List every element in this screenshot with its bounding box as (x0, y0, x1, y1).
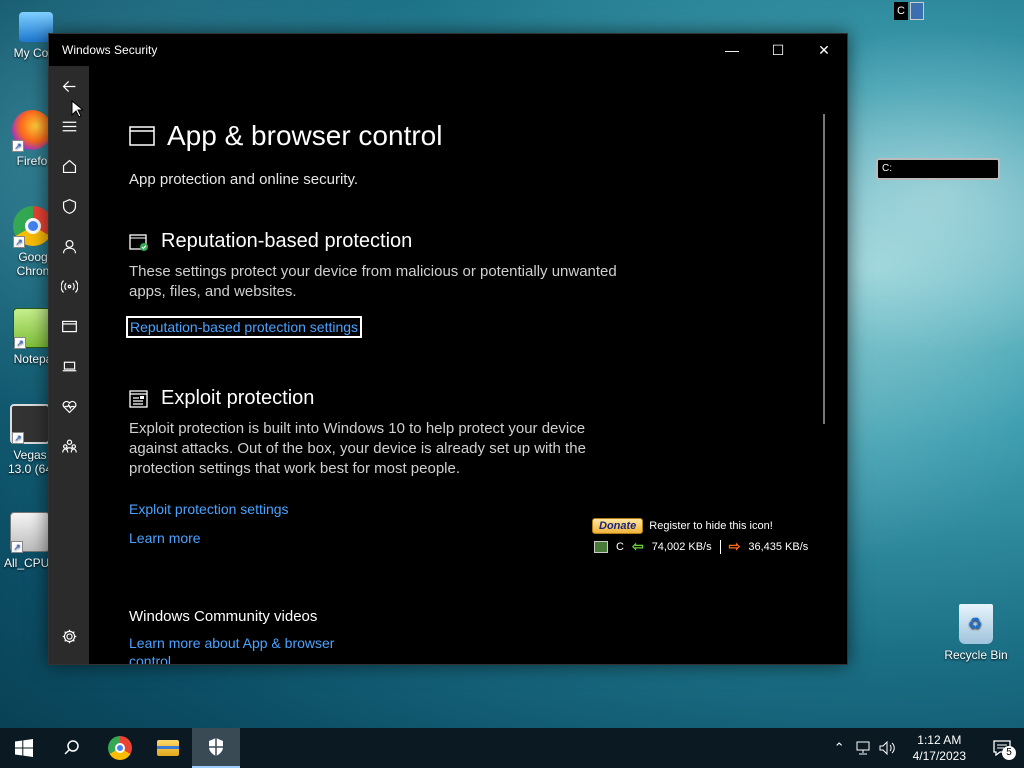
speed-row: C ⇦ 74,002 KB/s ⇨ 36,435 KB/s (594, 538, 808, 555)
action-center-button[interactable]: 5 (980, 728, 1024, 768)
exploit-settings-link[interactable]: Exploit protection settings (129, 501, 289, 517)
recycle-bin-icon: ♻ (959, 604, 993, 644)
notification-count-badge: 5 (1002, 746, 1016, 760)
folder-icon (157, 740, 179, 756)
menu-button[interactable] (49, 106, 89, 146)
reputation-title-text: Reputation-based protection (161, 230, 413, 252)
minimize-button[interactable]: — (709, 34, 755, 66)
page-title-text: App & browser control (167, 120, 443, 151)
nav-firewall[interactable] (49, 266, 89, 306)
nav-settings[interactable] (49, 616, 89, 656)
home-icon (62, 159, 76, 173)
mouse-cursor-icon (71, 100, 83, 118)
reputation-section-title: Reputation-based protection (129, 230, 412, 253)
community-videos-title: Windows Community videos (129, 608, 318, 625)
download-arrow-icon: ⇦ (631, 538, 644, 554)
page-subtitle: App protection and online security. (129, 171, 359, 188)
nav-account-protection[interactable] (49, 226, 89, 266)
nav-pane (49, 66, 89, 664)
donate-row: Donate Register to hide this icon! (592, 518, 773, 534)
floating-widget[interactable]: C (894, 2, 924, 20)
page-title: App & browser control (129, 120, 442, 152)
chevron-up-icon[interactable]: ⌃ (828, 740, 851, 756)
gear-icon (62, 629, 76, 643)
person-icon (62, 239, 76, 253)
close-button[interactable]: ✕ (801, 34, 847, 66)
back-button[interactable] (49, 66, 89, 106)
heart-pulse-icon (62, 400, 76, 413)
reputation-description: These settings protect your device from … (129, 263, 617, 300)
notepad-icon: ↗ (13, 308, 53, 349)
shield-icon (209, 738, 223, 756)
windows-logo-icon (15, 739, 33, 757)
chrome-icon (108, 736, 132, 760)
reputation-settings-link[interactable]: Reputation-based protection settings (126, 316, 363, 338)
clock-time: 1:12 AM (917, 733, 962, 747)
volume-icon[interactable] (879, 741, 895, 755)
arrow-left-icon (62, 80, 75, 92)
calculator-icon: ↗ (10, 512, 50, 553)
drive-letter: C (894, 2, 908, 20)
exploit-section-title: Exploit protection (129, 387, 314, 410)
windows-security-window: Windows Security — ☐ ✕ App & browser con… (48, 33, 848, 665)
laptop-icon (62, 361, 76, 371)
drive-icon (594, 540, 608, 553)
family-icon (61, 439, 77, 452)
desktop-icon-label: Recycle Bin (944, 648, 1008, 662)
nav-device-security[interactable] (49, 346, 89, 386)
nav-family-options[interactable] (49, 426, 89, 466)
network-icon[interactable] (855, 741, 871, 755)
upload-arrow-icon: ⇨ (728, 538, 741, 554)
system-tray: ⌃ 1:12 AM 4/17/2023 5 (828, 728, 1024, 768)
taskbar-windows-security[interactable] (192, 728, 240, 768)
scrollbar[interactable] (823, 114, 825, 424)
firefox-icon: ↗ (12, 110, 52, 152)
start-button[interactable] (0, 728, 48, 768)
main-content: App & browser control App protection and… (126, 66, 827, 664)
exploit-description: Exploit protection is built into Windows… (129, 420, 586, 477)
clock-date: 4/17/2023 (912, 749, 966, 763)
nav-virus-protection[interactable] (49, 186, 89, 226)
taskbar-chrome[interactable] (96, 728, 144, 768)
browser-window-icon (61, 320, 77, 332)
chrome-icon: ↗ (13, 206, 53, 248)
maximize-button[interactable]: ☐ (755, 34, 801, 66)
film-strip-icon: ↗ (10, 404, 50, 444)
shield-icon (62, 198, 76, 214)
taskbar-file-explorer[interactable] (144, 728, 192, 768)
download-speed: 74,002 KB/s (651, 540, 712, 553)
learn-more-link[interactable]: Learn more (129, 530, 201, 546)
drive-activity-graph[interactable]: C: (876, 158, 1000, 180)
search-icon (64, 740, 79, 755)
reputation-check-icon (129, 233, 148, 251)
desktop-icon-recycle-bin[interactable]: ♻ Recycle Bin (938, 604, 1014, 662)
hamburger-icon (62, 121, 76, 131)
community-videos-link[interactable]: Learn more about App & browser control (129, 634, 359, 664)
taskbar: ⌃ 1:12 AM 4/17/2023 5 (0, 728, 1024, 768)
drive-letter-label: C (616, 540, 624, 553)
divider (719, 539, 721, 554)
nav-device-health[interactable] (49, 386, 89, 426)
browser-window-icon (129, 126, 155, 146)
wireless-icon (60, 279, 78, 293)
title-bar[interactable]: Windows Security — ☐ ✕ (49, 34, 847, 66)
upload-speed: 36,435 KB/s (748, 540, 809, 553)
nav-app-browser-control[interactable] (49, 306, 89, 346)
exploit-protection-icon (129, 389, 148, 408)
exploit-title-text: Exploit protection (161, 387, 315, 409)
clock[interactable]: 1:12 AM 4/17/2023 (899, 732, 980, 764)
donate-button[interactable]: Donate (592, 518, 644, 534)
monitor-icon (910, 2, 924, 20)
nav-home[interactable] (49, 146, 89, 186)
search-button[interactable] (48, 728, 96, 768)
graph-label: C: (882, 163, 892, 174)
window-title: Windows Security (62, 43, 158, 57)
register-text[interactable]: Register to hide this icon! (649, 520, 773, 532)
